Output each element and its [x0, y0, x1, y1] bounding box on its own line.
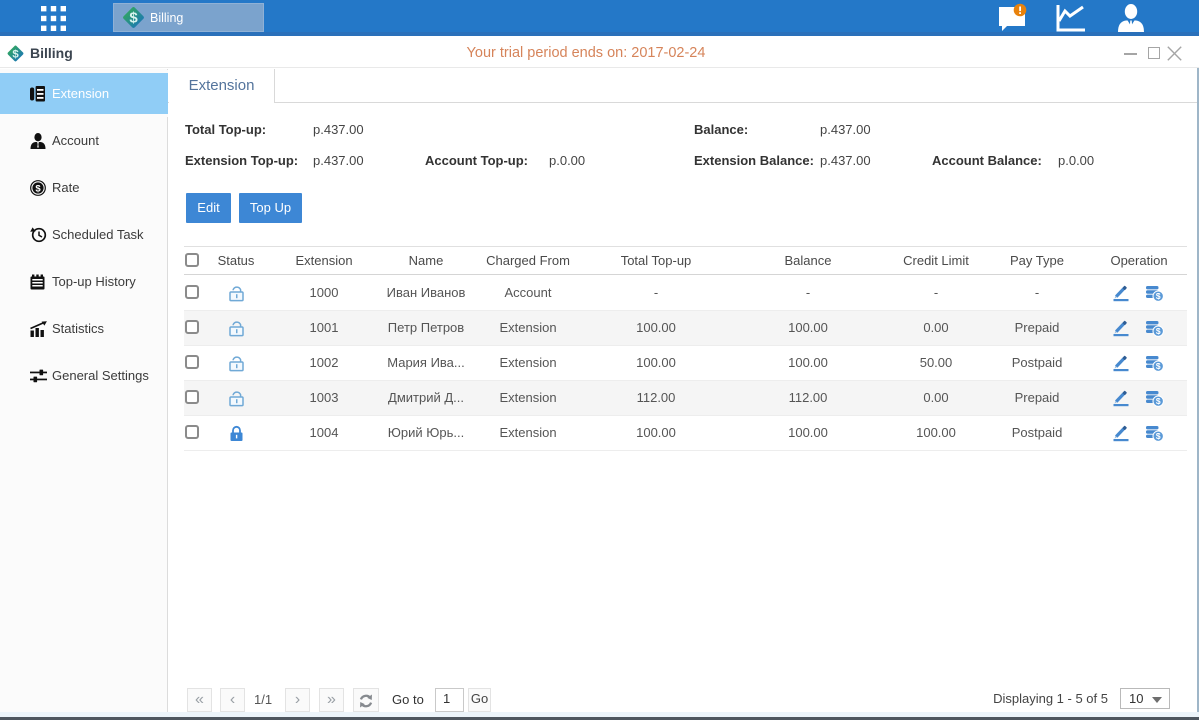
svg-text:$: $ [129, 10, 138, 27]
svg-text:$: $ [1155, 291, 1160, 301]
svg-text:$: $ [1155, 396, 1160, 406]
svg-text:$: $ [1155, 361, 1160, 371]
svg-text:$: $ [1155, 326, 1160, 336]
svg-text:$: $ [1155, 431, 1160, 441]
svg-text:$: $ [35, 183, 41, 194]
